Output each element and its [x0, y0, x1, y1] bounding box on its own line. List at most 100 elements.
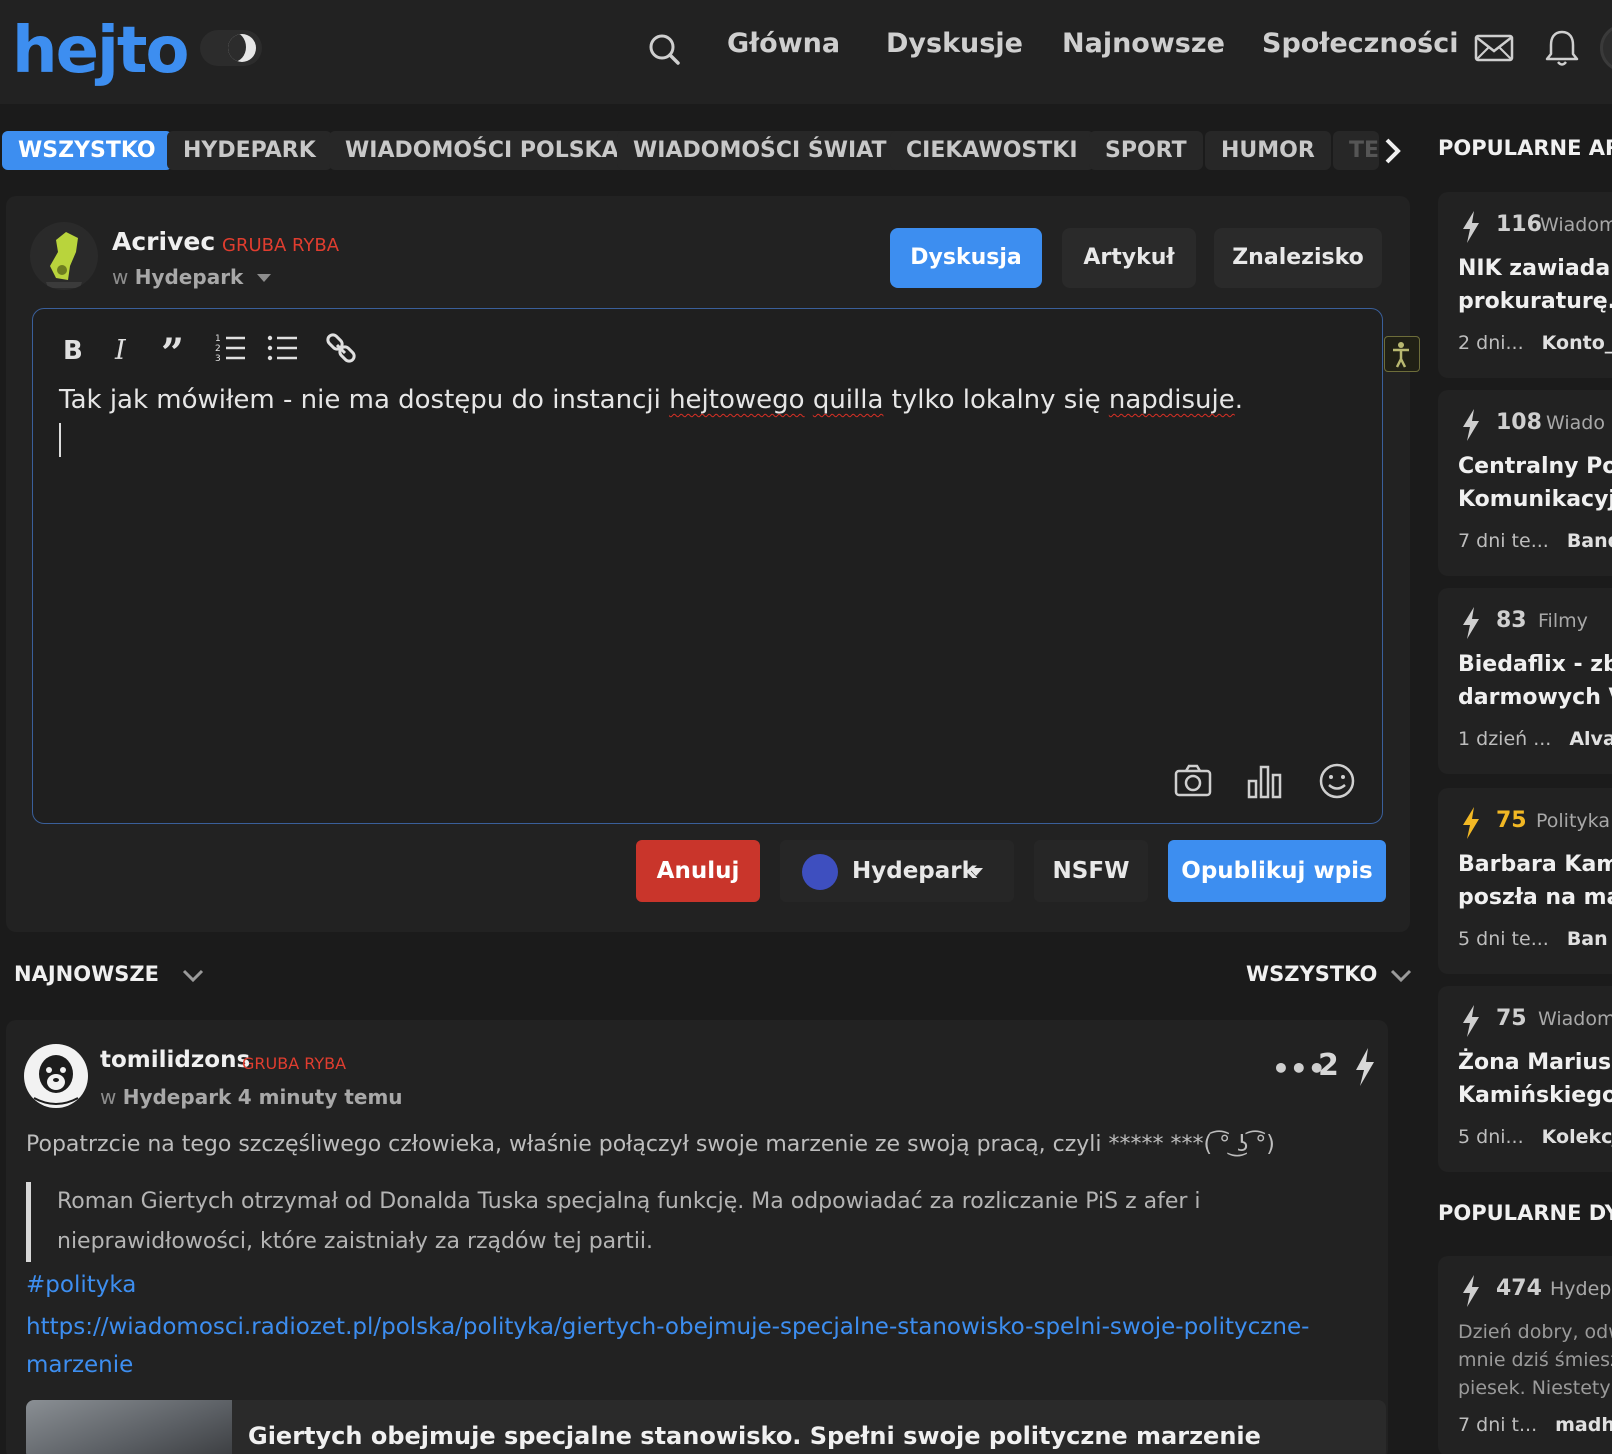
- type-dyskusja-button[interactable]: Dyskusja: [890, 228, 1042, 288]
- category-tab-hydepark[interactable]: HYDEPARK: [167, 131, 332, 170]
- post-time: 4 minuty temu: [237, 1085, 403, 1109]
- nav-dyskusje[interactable]: Dyskusje: [886, 28, 1023, 59]
- post-editor[interactable]: B I ” 123 Tak jak mówiłem - nie ma dostę…: [32, 308, 1383, 824]
- article-title: NIK zawiadamprokuraturę. S: [1458, 256, 1612, 314]
- popular-article-card[interactable]: 116 Wiadom NIK zawiadamprokuraturę. S 2 …: [1438, 192, 1612, 378]
- community-prefix: w: [112, 265, 129, 289]
- popular-article-card[interactable]: 75 Wiadom Żona MariuszaKamińskiego 5 dni…: [1438, 986, 1612, 1172]
- nsfw-button[interactable]: NSFW: [1034, 840, 1148, 902]
- poll-chart-icon[interactable]: [1243, 759, 1287, 803]
- post-tag[interactable]: #polityka: [26, 1272, 136, 1298]
- svg-text:B: B: [63, 336, 83, 366]
- post-username[interactable]: tomilidzons: [100, 1047, 250, 1073]
- post-user-rank: GRUBA RYBA: [242, 1054, 347, 1073]
- svg-text:”: ”: [161, 330, 184, 369]
- lightning-icon: [1463, 1005, 1479, 1037]
- quote-icon[interactable]: ”: [155, 329, 195, 369]
- popular-article-card[interactable]: 108 Wiado Centralny PorKomunikacyjn 7 dn…: [1438, 390, 1612, 576]
- nav-najnowsze[interactable]: Najnowsze: [1062, 28, 1225, 59]
- emoji-icon[interactable]: [1315, 759, 1359, 803]
- nav-spolecznosci[interactable]: Społeczności: [1262, 28, 1458, 59]
- composer-community-selector[interactable]: w Hydepark: [112, 265, 272, 289]
- community-select-button[interactable]: Hydepark: [780, 840, 1014, 902]
- chevron-down-icon[interactable]: [180, 962, 206, 988]
- bullet-list-icon[interactable]: [263, 329, 303, 369]
- link-icon[interactable]: [321, 329, 361, 369]
- category-tab-sport[interactable]: SPORT: [1089, 131, 1203, 170]
- article-score: 75: [1496, 808, 1527, 833]
- lightning-icon: [1463, 1275, 1479, 1307]
- category-tab-ciekawostki[interactable]: CIEKAWOSTKI: [890, 131, 1094, 170]
- discussion-footer: 7 dni t... madh: [1458, 1414, 1612, 1436]
- discussion-score: 474: [1496, 1276, 1542, 1301]
- article-score: 108: [1496, 410, 1542, 435]
- svg-text:I: I: [114, 335, 127, 366]
- post-quote: Roman Giertych otrzymał od Donalda Tuska…: [26, 1182, 1336, 1262]
- composer-username[interactable]: Acrivec: [112, 227, 215, 256]
- article-score: 116: [1496, 212, 1542, 237]
- popular-discussion-card[interactable]: 474 Hydep Dzień dobry, odw mnie dziś śmie…: [1438, 1256, 1612, 1454]
- editor-content: Tak jak mówiłem - nie ma dostępu do inst…: [59, 385, 1243, 415]
- caret-down-icon: [256, 274, 271, 282]
- bold-icon[interactable]: B: [53, 329, 93, 369]
- avatar-image: [33, 1055, 79, 1105]
- theme-toggle[interactable]: [200, 30, 262, 66]
- post-score: 2: [1318, 1048, 1339, 1083]
- top-navbar: hejto Główna Dyskusje Najnowsze Społeczn…: [0, 0, 1612, 104]
- community-avatar: [802, 854, 838, 890]
- post-text: Popatrzcie na tego szczęśliwego człowiek…: [26, 1132, 1275, 1157]
- article-title: Barbara Kami poszła na ma: [1458, 852, 1612, 910]
- logo[interactable]: hejto: [12, 14, 189, 88]
- sort-dropdown[interactable]: NAJNOWSZE: [14, 962, 159, 986]
- link-preview-image: [26, 1400, 232, 1454]
- cancel-button[interactable]: Anuluj: [636, 840, 760, 902]
- lightning-icon: [1463, 807, 1479, 839]
- italic-icon[interactable]: I: [103, 329, 143, 369]
- article-title: Centralny PorKomunikacyjn: [1458, 454, 1612, 512]
- nav-glowna[interactable]: Główna: [727, 28, 840, 59]
- moon-icon: [228, 34, 256, 62]
- post-meta: w Hydepark 4 minuty temu: [100, 1085, 403, 1109]
- article-score: 83: [1496, 608, 1527, 633]
- caret-down-icon: [969, 868, 983, 876]
- popular-article-card[interactable]: 83 Filmy Biedaflix - zbi darmowych V 1 dz…: [1438, 588, 1612, 774]
- filter-dropdown[interactable]: WSZYSTKO: [1246, 962, 1377, 986]
- type-artykul-button[interactable]: Artykuł: [1062, 228, 1196, 288]
- community-select-label: Hydepark: [852, 858, 977, 884]
- post-community-link[interactable]: Hydepark: [123, 1085, 232, 1109]
- profile-avatar[interactable]: [1600, 24, 1612, 72]
- accessibility-icon[interactable]: [1384, 336, 1420, 372]
- user-avatar[interactable]: [30, 222, 98, 290]
- mail-icon[interactable]: [1470, 24, 1518, 72]
- popular-discussions-title: POPULARNE DYS: [1438, 1201, 1612, 1225]
- lightning-vote-icon[interactable]: [1352, 1046, 1378, 1088]
- publish-button[interactable]: Opublikuj wpis: [1168, 840, 1386, 902]
- post-user-avatar[interactable]: [24, 1044, 88, 1108]
- bell-icon[interactable]: [1538, 24, 1586, 72]
- ordered-list-icon[interactable]: 123: [211, 329, 251, 369]
- article-footer: 1 dzień ...Alvar: [1458, 728, 1612, 750]
- search-icon[interactable]: [644, 30, 684, 70]
- camera-icon[interactable]: [1171, 759, 1215, 803]
- category-tab-wszystko[interactable]: WSZYSTKO: [2, 131, 172, 170]
- category-tab-wiadomosci-polska[interactable]: WIADOMOŚCI POLSKA: [329, 131, 635, 170]
- category-tab-wiadomosci-swiat[interactable]: WIADOMOŚCI ŚWIAT: [617, 131, 903, 170]
- avatar-image: [46, 232, 82, 288]
- article-footer: 5 dni...Kolekcjo: [1458, 1126, 1612, 1148]
- article-score: 75: [1496, 1006, 1527, 1031]
- svg-text:2: 2: [215, 344, 221, 354]
- post-community-prefix: w: [100, 1085, 117, 1109]
- post-link[interactable]: https://wiadomosci.radiozet.pl/polska/po…: [26, 1308, 1356, 1384]
- lightning-icon: [1463, 211, 1479, 243]
- chevron-down-icon[interactable]: [1388, 962, 1414, 988]
- category-tab-more[interactable]: TE: [1333, 131, 1379, 170]
- chevron-right-icon[interactable]: [1378, 134, 1408, 168]
- community-name: Hydepark: [134, 265, 244, 289]
- link-preview-card[interactable]: Giertych obejmuje specjalne stanowisko. …: [26, 1400, 1386, 1454]
- popular-article-card[interactable]: 75 Polityka Barbara Kami poszła na ma 5 d…: [1438, 788, 1612, 974]
- category-tab-humor[interactable]: HUMOR: [1205, 131, 1331, 170]
- type-znalezisko-button[interactable]: Znalezisko: [1214, 228, 1382, 288]
- article-category: Wiadom: [1538, 1008, 1612, 1030]
- popular-articles-title: POPULARNE ART: [1438, 136, 1612, 160]
- discussion-excerpt: Dzień dobry, odw mnie dziś śmiesz piesek. …: [1458, 1321, 1612, 1399]
